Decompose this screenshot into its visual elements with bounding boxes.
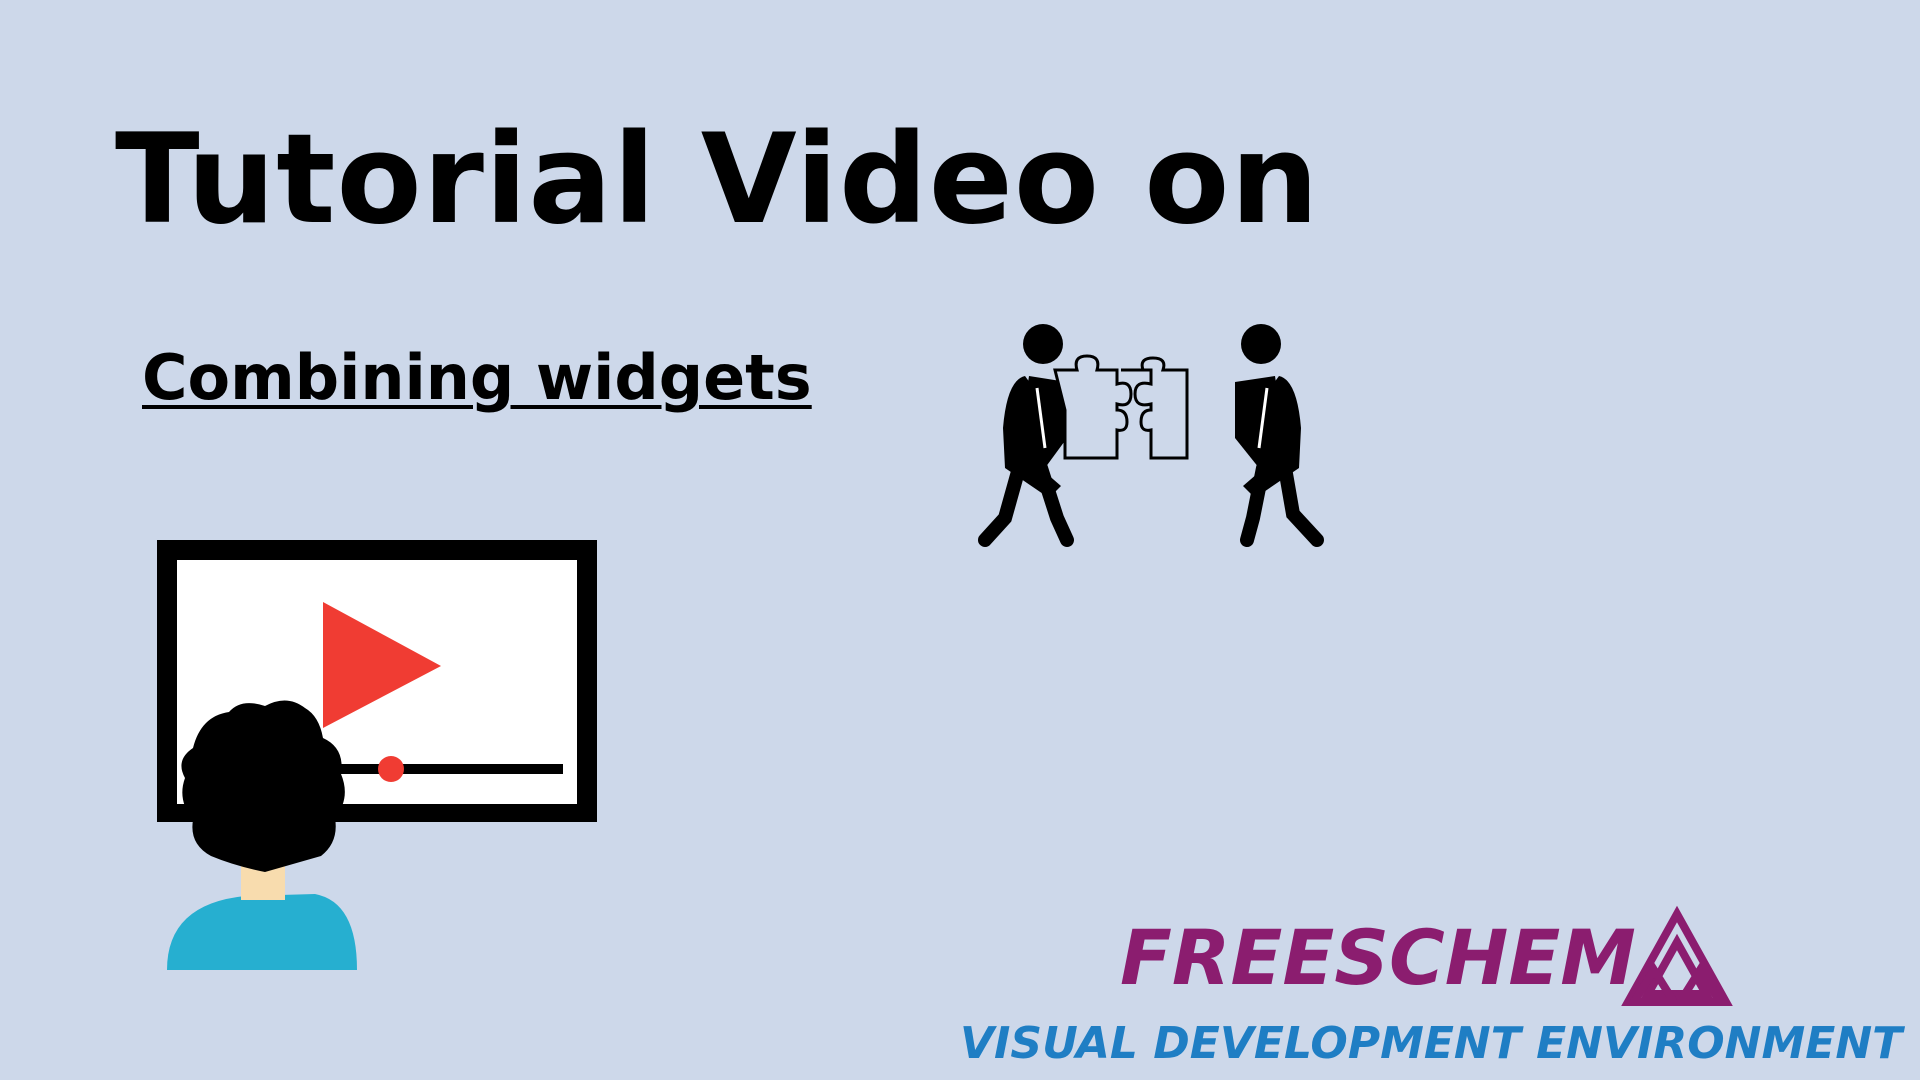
person-watching-video-icon (157, 540, 597, 970)
page-title: Tutorial Video on (115, 108, 1320, 252)
page-subtitle: Combining widgets (142, 341, 812, 414)
people-combining-puzzle-icon (978, 324, 1324, 547)
freeschem-triangle-logo-icon (1621, 905, 1733, 1006)
brand-name: FREESCHEM (1120, 913, 1636, 1002)
brand-tagline: VISUAL DEVELOPMENT ENVIRONMENT (960, 1018, 1903, 1069)
progress-knob (378, 756, 404, 782)
